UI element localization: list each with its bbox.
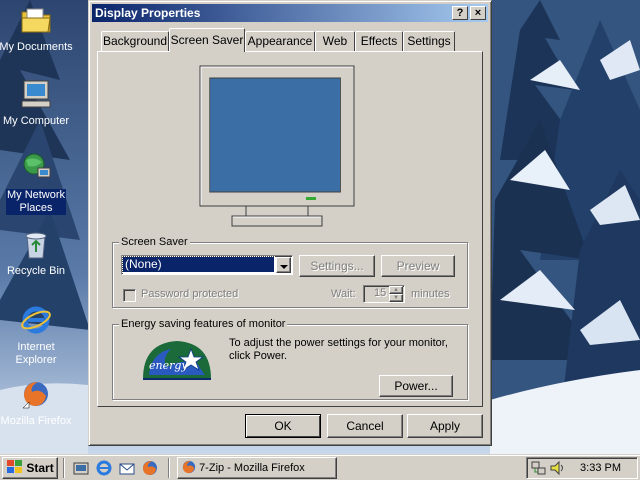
internet-explorer-icon[interactable] — [96, 460, 112, 476]
clock[interactable]: 3:33 PM — [580, 462, 621, 474]
computer-icon — [21, 80, 51, 108]
energy-group-title: Energy saving features of monitor — [119, 317, 288, 331]
wait-minutes-spinner[interactable]: 15 ▲ ▼ — [363, 285, 405, 303]
password-protected-checkbox[interactable] — [123, 289, 136, 302]
minutes-label: minutes — [411, 288, 450, 300]
internet-explorer-icon — [21, 306, 51, 334]
outlook-icon[interactable] — [119, 460, 135, 476]
tab-web[interactable]: Web — [315, 31, 355, 51]
desktop-icon-label: Mozilla Firefox — [0, 415, 72, 427]
power-button[interactable]: Power... — [379, 375, 453, 397]
preview-button[interactable]: Preview — [381, 255, 455, 277]
spinner-up-button[interactable]: ▲ — [389, 286, 403, 294]
recycle-bin-icon — [25, 232, 47, 259]
desktop-icon-label: My Network Places — [5, 189, 67, 215]
network-tray-icon[interactable] — [531, 460, 547, 476]
tab-background[interactable]: Background — [101, 31, 169, 51]
taskbar: Start 7-Zip - Mozilla Firefox 3:33 PM — [0, 454, 640, 480]
screen-saver-select[interactable]: (None) — [121, 255, 293, 275]
close-button[interactable]: × — [470, 6, 486, 20]
desktop-icon-recycle-bin[interactable]: Recycle Bin — [0, 228, 74, 278]
desktop-icon-my-documents[interactable]: My Documents — [0, 4, 74, 54]
wait-label: Wait: — [331, 288, 356, 300]
window-title: Display Properties — [95, 6, 201, 20]
dropdown-arrow-button[interactable] — [276, 257, 291, 273]
monitor-preview — [199, 65, 355, 227]
settings-button[interactable]: Settings... — [299, 255, 375, 277]
desktop-icon-label: My Documents — [0, 41, 73, 53]
desktop-icon-label: Recycle Bin — [6, 265, 66, 277]
tab-appearance[interactable]: Appearance — [245, 31, 315, 51]
ok-button[interactable]: OK — [245, 414, 321, 438]
desktop-icon-my-network-places[interactable]: My Network Places — [0, 152, 74, 215]
wait-value: 15 — [374, 287, 387, 299]
firefox-icon — [22, 382, 48, 409]
screen-saver-selected-value: (None) — [122, 256, 275, 273]
window-titlebar[interactable]: Display Properties ? × — [92, 4, 488, 22]
tab-settings[interactable]: Settings — [403, 31, 455, 51]
cancel-button[interactable]: Cancel — [327, 414, 403, 438]
help-icon: ? — [456, 7, 464, 19]
taskbar-separator — [168, 458, 170, 478]
energy-star-logo: energy — [143, 341, 211, 380]
desktop-icon-mozilla-firefox[interactable]: Mozilla Firefox — [0, 378, 74, 428]
desktop-icon-label: My Computer — [2, 115, 70, 127]
start-button[interactable]: Start — [2, 457, 58, 479]
desktop-icon-internet-explorer[interactable]: Internet Explorer — [0, 304, 74, 367]
screen-saver-tab-panel: Screen Saver (None) Settings... Preview … — [97, 51, 483, 407]
display-properties-window: Display Properties ? × Background Screen… — [88, 0, 492, 446]
screen-saver-group-title: Screen Saver — [119, 235, 190, 249]
energy-logo-text: energy — [149, 359, 188, 372]
task-button-label: 7-Zip - Mozilla Firefox — [199, 462, 305, 474]
help-button[interactable]: ? — [452, 6, 468, 20]
firefox-icon — [182, 460, 196, 474]
close-icon: × — [474, 7, 482, 19]
volume-icon[interactable] — [549, 460, 565, 476]
windows-logo-icon — [7, 460, 22, 473]
taskbar-separator — [63, 458, 65, 478]
system-tray: 3:33 PM — [526, 457, 638, 479]
desktop-icon-label: Internet Explorer — [15, 341, 57, 366]
tab-screen-saver[interactable]: Screen Saver — [169, 28, 245, 52]
apply-button[interactable]: Apply — [407, 414, 483, 438]
tab-effects[interactable]: Effects — [355, 31, 403, 51]
network-icon — [23, 153, 51, 178]
password-protected-label: Password protected — [141, 288, 239, 300]
firefox-icon[interactable] — [142, 460, 158, 476]
start-label: Start — [26, 461, 54, 475]
energy-saving-group: Energy saving features of monitor energy… — [112, 317, 468, 400]
energy-description: To adjust the power settings for your mo… — [229, 337, 448, 362]
screen-saver-group: Screen Saver (None) Settings... Preview … — [112, 235, 468, 308]
show-desktop-icon[interactable] — [73, 460, 89, 476]
task-button-firefox[interactable]: 7-Zip - Mozilla Firefox — [177, 457, 337, 479]
desktop-icon-my-computer[interactable]: My Computer — [0, 78, 74, 128]
spinner-down-button[interactable]: ▼ — [389, 294, 403, 302]
folder-icon — [21, 8, 51, 33]
chevron-down-icon — [279, 265, 288, 269]
